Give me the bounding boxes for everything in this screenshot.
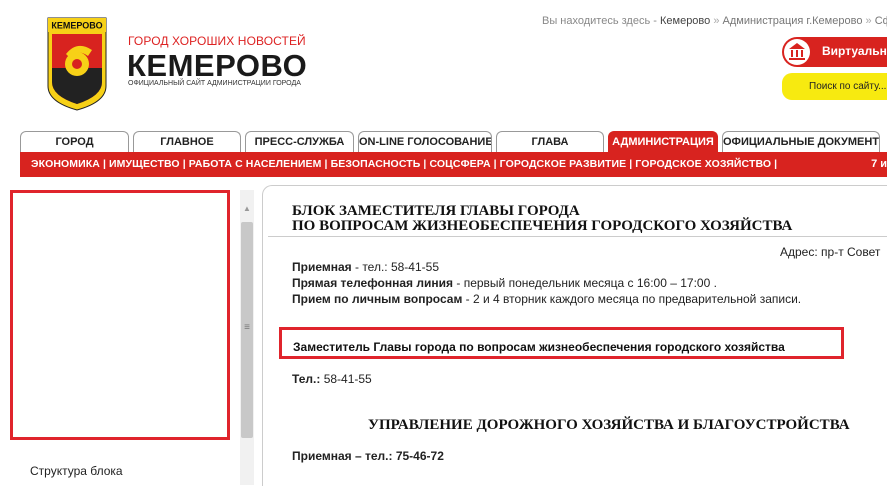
reception-value: - тел.: 58-41-55 [351,260,439,274]
breadcrumb-item-administration[interactable]: Администрация г.Кемерово [723,15,863,27]
phone-label: Тел.: [292,372,321,386]
breadcrumb-prefix: Вы находитесь здесь - [542,15,660,27]
building-icon [784,39,810,65]
subnav-right-text[interactable]: 7 и [871,158,887,170]
virtual-reception-button[interactable]: Виртуальн [782,37,887,67]
subnav-item-social[interactable]: СОЦСФЕРА [429,158,490,170]
breadcrumb: Вы находитесь здесь - Кемерово » Админис… [542,15,887,27]
tab-official-documents[interactable]: ОФИЦИАЛЬНЫЕ ДОКУМЕНТЫ [722,131,880,152]
subnav-bar: ЭКОНОМИКА | ИМУЩЕСТВО | РАБОТА С НАСЕЛЕНИЕМ |… [20,152,887,177]
reception-line: Приемная - тел.: 58-41-55 [292,260,439,274]
subnav-item-city-economy[interactable]: ГОРОДСКОЕ ХОЗЯЙСТВО [635,158,771,170]
dept-reception-line: Приемная – тел.: 75-46-72 [292,449,444,463]
breadcrumb-separator: » [713,15,720,27]
subnav-item-economy[interactable]: ЭКОНОМИКА [31,158,100,170]
subnav-item-security[interactable]: БЕЗОПАСНОСТЬ [331,158,421,170]
breadcrumb-separator: » [865,15,872,27]
tab-online-voting[interactable]: ON-LINE ГОЛОСОВАНИЕ [358,131,492,152]
tab-glavnoe[interactable]: ГЛАВНОЕ [133,131,241,152]
breadcrumb-item-sphere[interactable]: Сфе [875,15,887,27]
city-coat-of-arms-logo[interactable]: КЕМЕРОВО [46,16,108,112]
breadcrumb-item-kemerovo[interactable]: Кемерово [660,15,710,27]
hotline-value: - первый понедельник месяца с 16:00 – 17… [453,276,717,290]
left-highlight-box [10,190,230,440]
subnav-links: ЭКОНОМИКА | ИМУЩЕСТВО | РАБОТА С НАСЕЛЕНИЕМ |… [31,158,778,170]
page-title-line2: ПО ВОПРОСАМ ЖИЗНЕОБЕСПЕЧЕНИЯ ГОРОДСКОГО … [292,218,793,234]
subnav-item-population[interactable]: РАБОТА С НАСЕЛЕНИЕМ [189,158,322,170]
phone-line: Тел.: 58-41-55 [292,372,372,386]
tab-glava[interactable]: ГЛАВА [496,131,604,152]
dept-reception: Приемная – тел.: 75-46-72 [292,449,444,463]
tab-gorod[interactable]: ГОРОД [20,131,129,152]
subnav-item-development[interactable]: ГОРОДСКОЕ РАЗВИТИЕ [500,158,627,170]
structure-link[interactable]: Структура блока [30,464,123,478]
site-slogan: ГОРОД ХОРОШИХ НОВОСТЕЙ [128,34,306,48]
scroll-up-arrow-icon[interactable]: ▲ [240,204,254,214]
hotline-line: Прямая телефонная линия - первый понедел… [292,276,717,290]
search-box [782,73,887,100]
address-text: Адрес: пр-т Совет [780,245,881,259]
city-name-title[interactable]: КЕМЕРОВО [127,48,307,84]
svg-text:КЕМЕРОВО: КЕМЕРОВО [51,21,102,31]
subnav-item-property[interactable]: ИМУЩЕСТВО [109,158,180,170]
search-input[interactable] [782,77,887,95]
hotline-label: Прямая телефонная линия [292,276,454,290]
reception-label: Приемная [292,260,352,274]
phone-value: 58-41-55 [320,372,372,386]
personal-label: Прием по личным вопросам [292,292,463,306]
tab-administration[interactable]: АДМИНИСТРАЦИЯ [608,131,718,152]
title-divider [268,236,887,237]
personal-value: - 2 и 4 вторник каждого месяца по предва… [462,292,802,306]
tab-press-service[interactable]: ПРЕСС-СЛУЖБА [245,131,354,152]
scrollbar-grip-icon: ≡ [244,322,250,333]
virtual-reception-label: Виртуальн [822,44,887,58]
site-subtitle: ОФИЦИАЛЬНЫЙ САЙТ АДМИНИСТРАЦИИ ГОРОДА [128,80,301,87]
deputy-title: Заместитель Главы города по вопросам жиз… [293,340,785,354]
department-heading: УПРАВЛЕНИЕ ДОРОЖНОГО ХОЗЯЙСТВА И БЛАГОУС… [368,417,850,433]
personal-line: Прием по личным вопросам - 2 и 4 вторник… [292,292,801,306]
